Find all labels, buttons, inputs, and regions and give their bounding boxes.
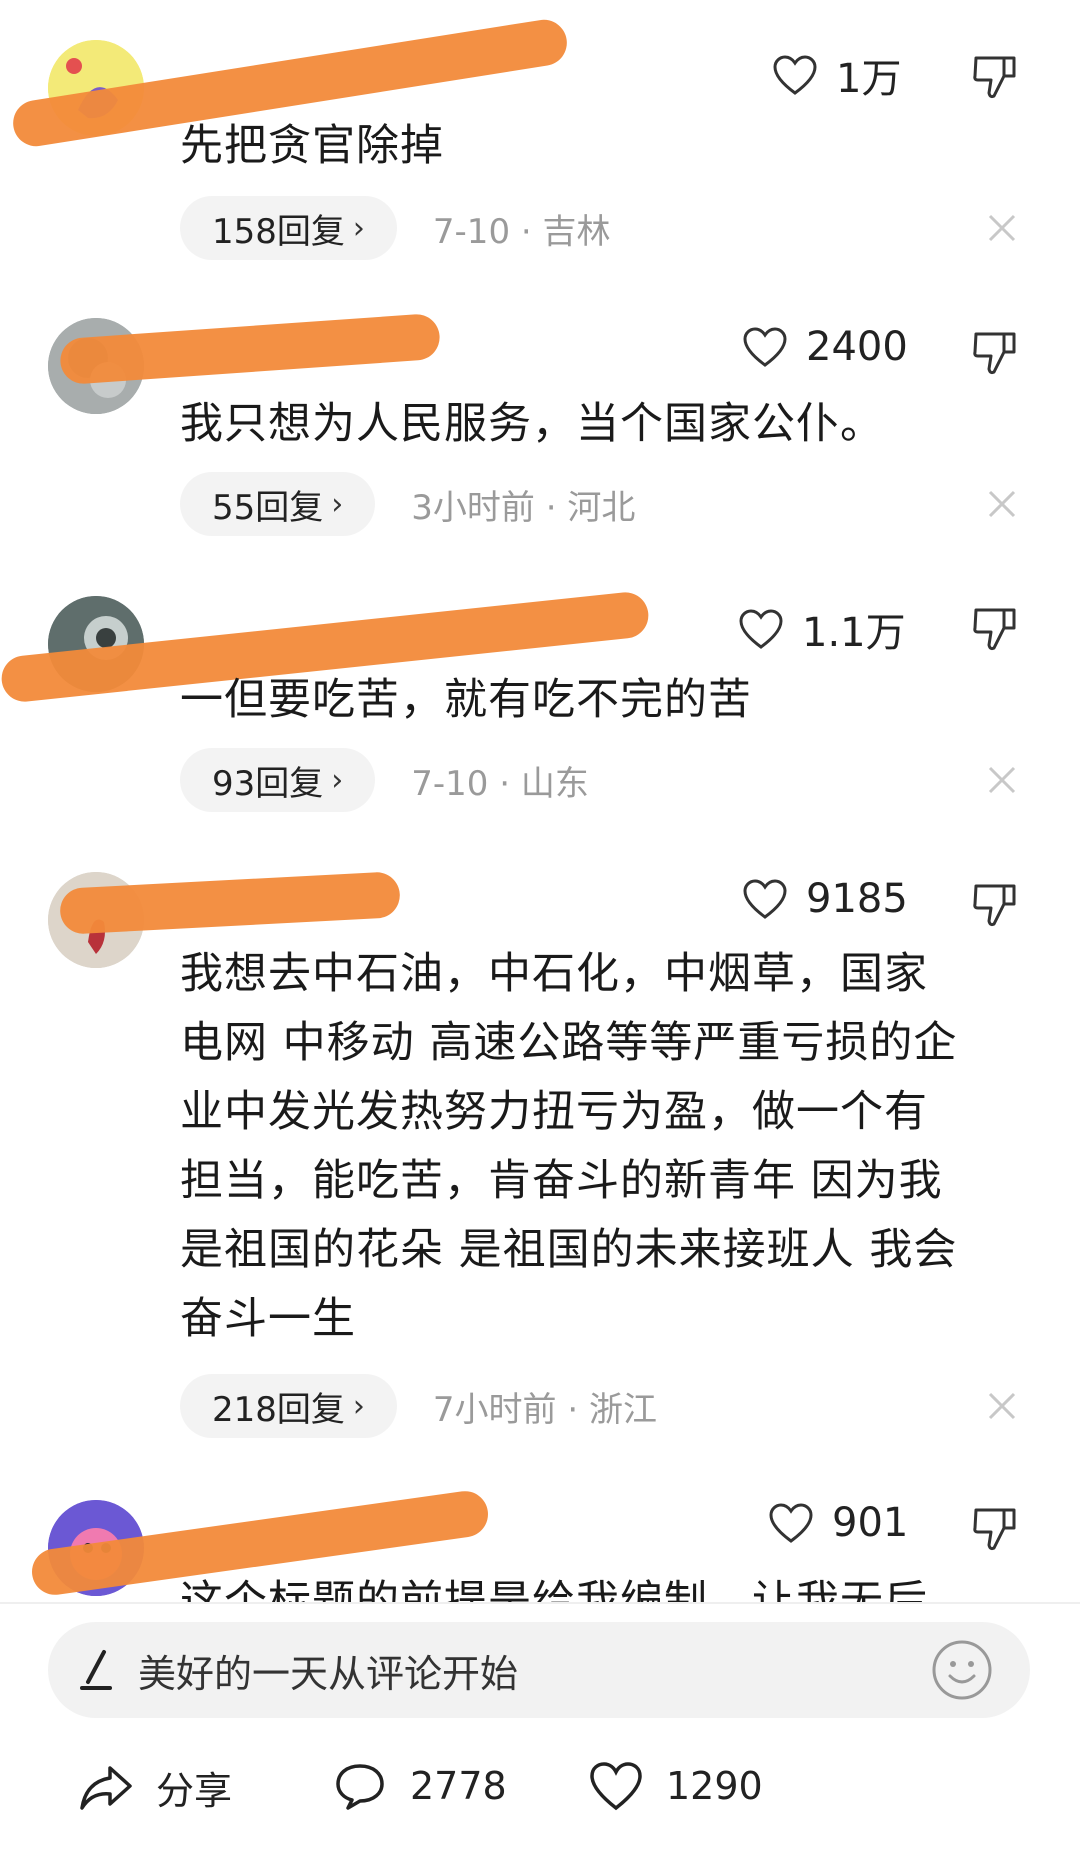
replies-button[interactable]: 158回复 › bbox=[180, 196, 397, 260]
bottom-action-bar: 分享 2778 1290 bbox=[0, 1760, 1080, 1840]
heart-icon bbox=[769, 1503, 813, 1543]
comment-text: 先把贪官除掉 bbox=[180, 121, 444, 171]
comment-text: 这个标题的前提是给我编制，让我无后 bbox=[180, 1577, 928, 1602]
chevron-right-icon: › bbox=[352, 210, 365, 246]
chevron-right-icon: › bbox=[352, 1388, 365, 1424]
comment-date-location: 7-10 · 吉林 bbox=[432, 211, 611, 252]
dislike-icon[interactable] bbox=[970, 328, 1020, 378]
chevron-right-icon: › bbox=[331, 486, 344, 522]
like-count: 1万 bbox=[836, 56, 902, 102]
dislike-icon[interactable] bbox=[970, 880, 1020, 930]
comment-meta: 158回复 › 7-10 · 吉林 bbox=[180, 196, 611, 260]
pen-icon bbox=[80, 1650, 112, 1690]
comment-text: 我只想为人民服务，当个国家公仆。 bbox=[180, 399, 884, 449]
comments-button[interactable]: 2778 bbox=[332, 1760, 507, 1812]
comment-date-location: 7小时前 · 浙江 bbox=[432, 1389, 657, 1430]
close-icon[interactable] bbox=[984, 210, 1020, 246]
share-button[interactable]: 分享 bbox=[78, 1760, 232, 1815]
comment-item: 901 这个标题的前提是给我编制，让我无后 bbox=[0, 1480, 1080, 1602]
like-button[interactable]: 1万 bbox=[772, 46, 901, 104]
dislike-icon[interactable] bbox=[970, 604, 1020, 654]
comment-meta: 55回复 › 3小时前 · 河北 bbox=[180, 472, 635, 536]
emoji-icon[interactable] bbox=[930, 1638, 994, 1702]
like-button[interactable]: 9185 bbox=[742, 876, 908, 922]
share-label: 分享 bbox=[156, 1769, 233, 1813]
comment-text: 一但要吃苦，就有吃不完的苦 bbox=[180, 675, 752, 725]
comment-count: 2778 bbox=[410, 1764, 507, 1808]
replies-button[interactable]: 55回复 › bbox=[180, 472, 376, 536]
like-count: 2400 bbox=[806, 324, 908, 370]
comment-meta: 218回复 › 7小时前 · 浙江 bbox=[180, 1374, 657, 1438]
heart-icon bbox=[743, 327, 787, 367]
like-button[interactable]: 901 bbox=[768, 1500, 908, 1546]
heart-icon bbox=[590, 1762, 642, 1811]
heart-icon bbox=[773, 55, 817, 95]
like-button[interactable]: 2400 bbox=[742, 324, 908, 370]
dislike-icon[interactable] bbox=[970, 1504, 1020, 1554]
share-icon bbox=[80, 1765, 132, 1810]
chevron-right-icon: › bbox=[331, 762, 344, 798]
heart-icon bbox=[739, 609, 783, 649]
comment-text: 我想去中石油，中石化，中烟草，国家 电网 中移动 高速公路等等严重亏损的企 业中… bbox=[180, 949, 958, 1344]
like-post-count: 1290 bbox=[666, 1764, 763, 1808]
comment-bubble-icon bbox=[336, 1764, 384, 1810]
replies-button[interactable]: 218回复 › bbox=[180, 1374, 397, 1438]
close-icon[interactable] bbox=[984, 1388, 1020, 1424]
comment-input-placeholder: 美好的一天从评论开始 bbox=[138, 1651, 519, 1696]
dislike-icon[interactable] bbox=[970, 52, 1020, 102]
divider bbox=[0, 1602, 1080, 1604]
close-icon[interactable] bbox=[984, 762, 1020, 798]
comment-date-location: 3小时前 · 河北 bbox=[411, 487, 636, 528]
like-count: 901 bbox=[832, 1500, 909, 1546]
replies-button[interactable]: 93回复 › bbox=[180, 748, 376, 812]
like-button[interactable]: 1.1万 bbox=[738, 600, 906, 658]
comment-input[interactable]: 美好的一天从评论开始 bbox=[48, 1622, 1030, 1718]
close-icon[interactable] bbox=[984, 486, 1020, 522]
comment-date-location: 7-10 · 山东 bbox=[411, 763, 589, 804]
comment-meta: 93回复 › 7-10 · 山东 bbox=[180, 748, 589, 812]
like-post-button[interactable]: 1290 bbox=[588, 1760, 763, 1812]
like-count: 9185 bbox=[806, 876, 908, 922]
like-count: 1.1万 bbox=[802, 610, 906, 656]
heart-icon bbox=[743, 879, 787, 919]
